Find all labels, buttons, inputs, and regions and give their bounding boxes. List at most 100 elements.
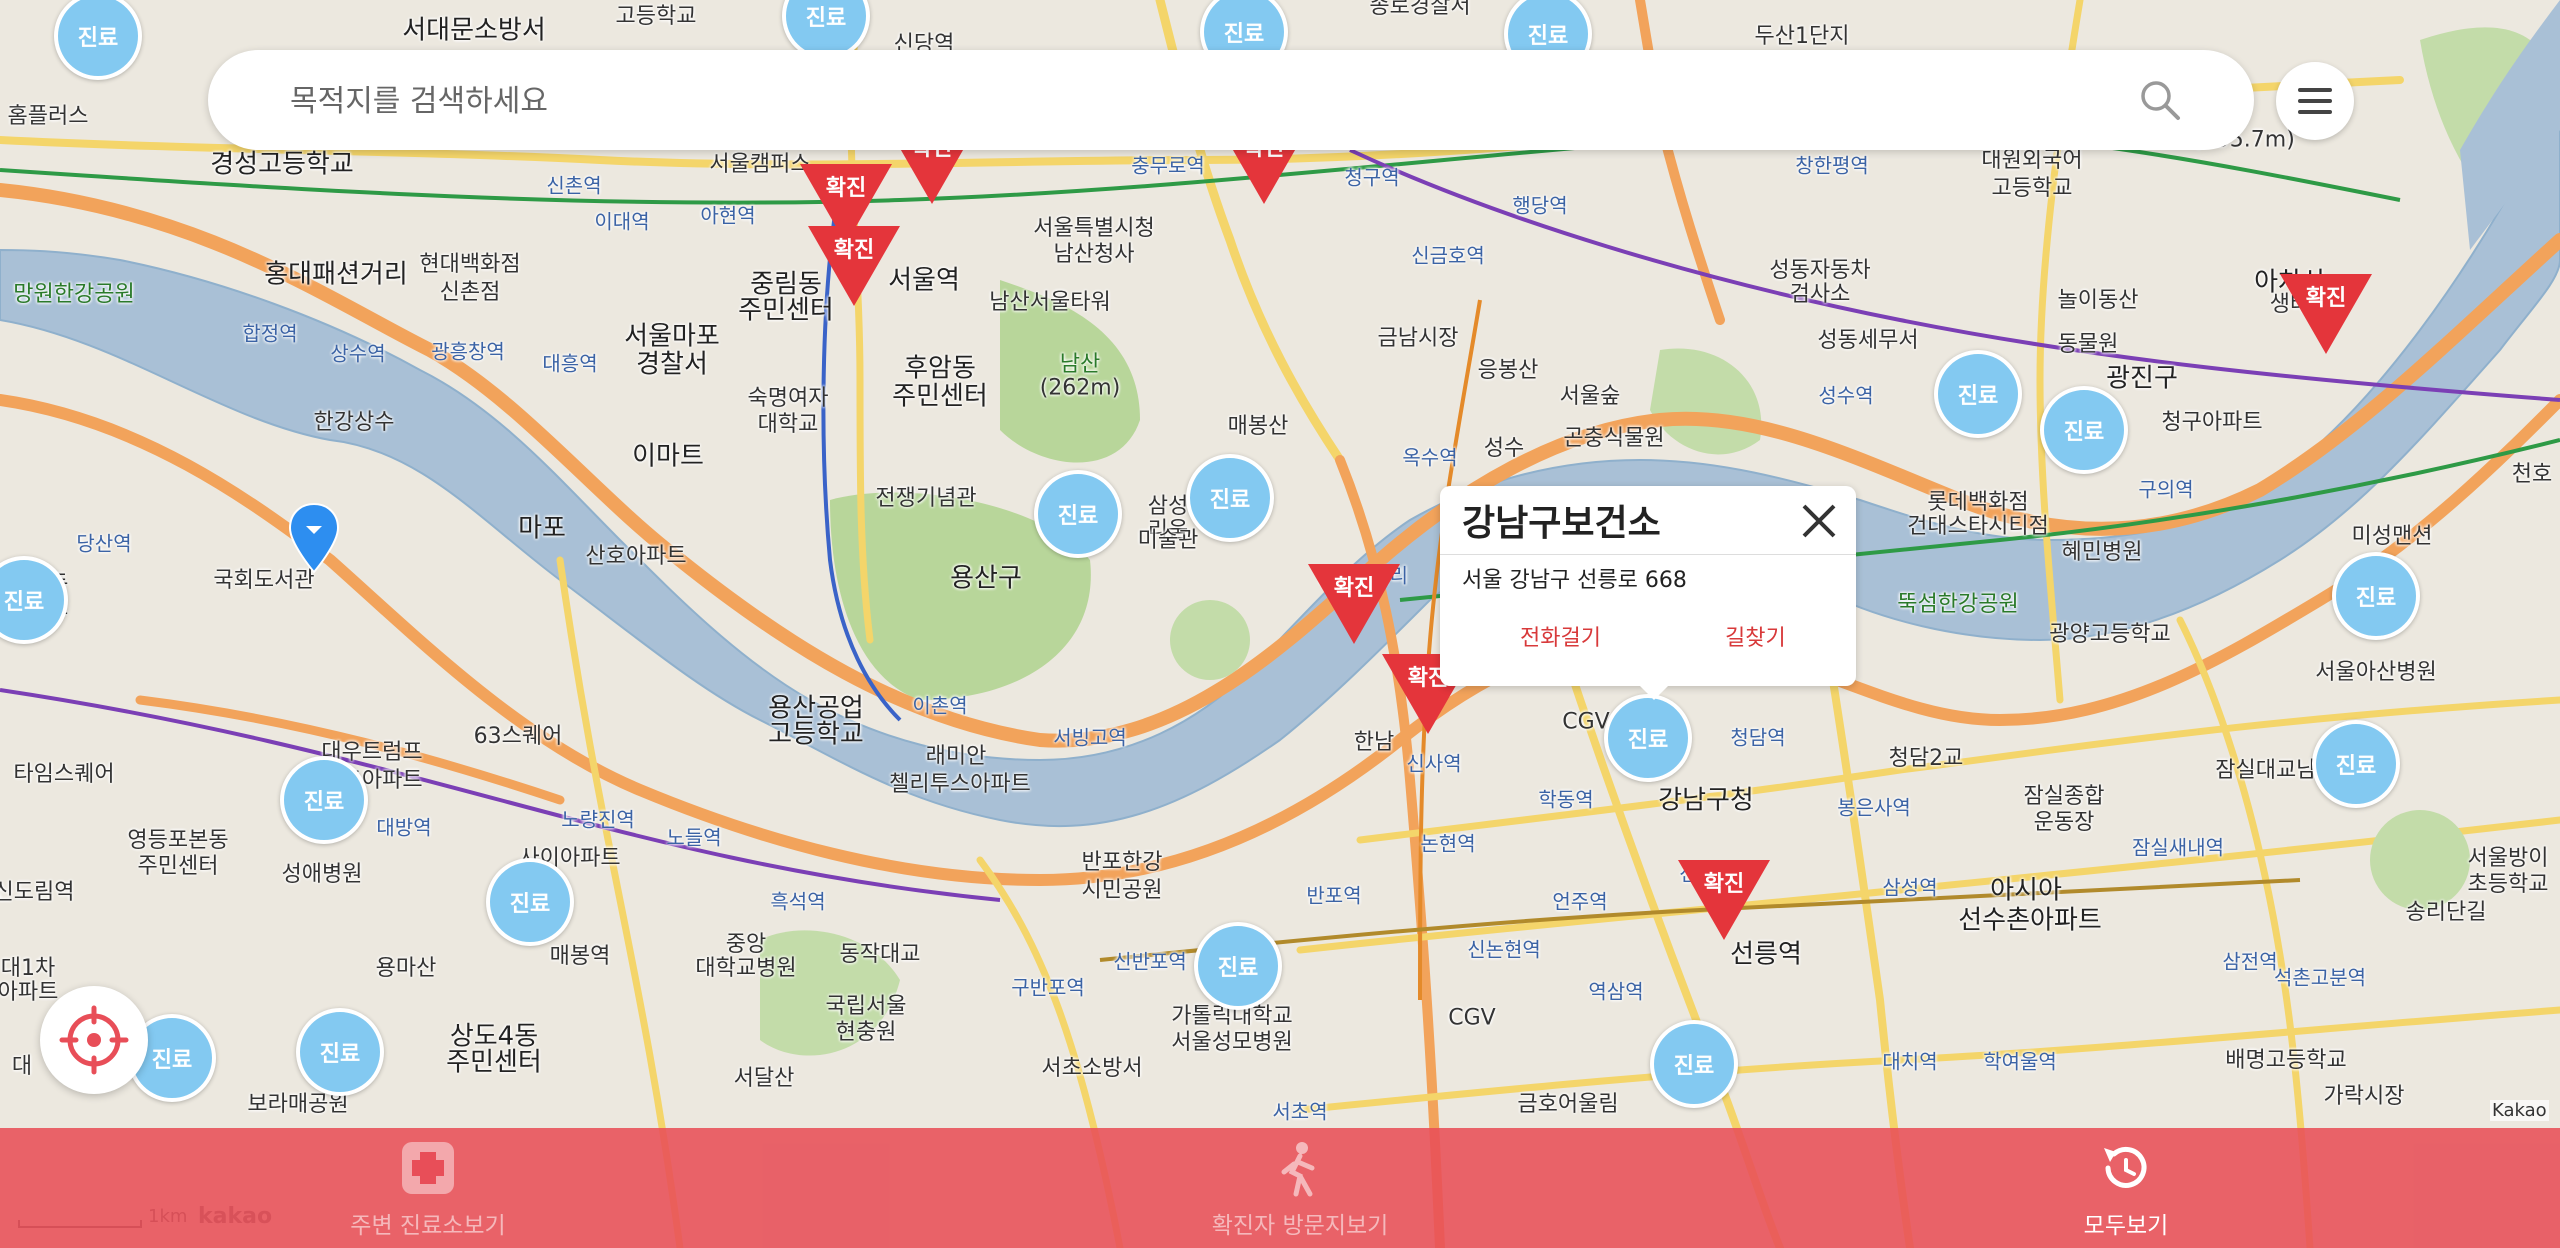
crosshair-icon: [59, 1005, 129, 1075]
bottom-nav: 주변 진료소보기 확진자 방문지보기 모두보기: [0, 1128, 2560, 1248]
map-label: 신사역: [1406, 751, 1462, 776]
map-label: 가락시장: [2323, 1084, 2405, 1109]
map-label: 매봉역: [549, 944, 611, 969]
clinic-marker[interactable]: 진료: [1194, 922, 1282, 1010]
menu-button[interactable]: [2276, 62, 2354, 140]
map-label: 미술관: [1137, 528, 1199, 553]
map-label: 청담2교: [1888, 746, 1964, 771]
search-icon[interactable]: [2136, 76, 2184, 124]
map-label: 첼리투스아파트: [889, 772, 1031, 797]
map-label: 아현역: [700, 203, 756, 228]
map-label: 노들역: [666, 825, 722, 850]
map-label: 충무로역: [1131, 153, 1205, 178]
map-label: 흑석역: [770, 889, 826, 914]
confirmed-marker[interactable]: 확진: [1308, 564, 1400, 646]
clinic-marker[interactable]: 진료: [1604, 694, 1692, 782]
nav-nearby-clinics[interactable]: 주변 진료소보기: [218, 1128, 638, 1248]
map-label: 서울캠퍼스: [709, 152, 811, 177]
map-label: 운동장: [2033, 810, 2095, 835]
map-label: 성수역: [1818, 383, 1874, 408]
clinic-marker[interactable]: 진료: [2332, 552, 2420, 640]
map-label: 신도림역: [0, 880, 75, 905]
map-label: 대학교: [757, 412, 819, 437]
clinic-marker[interactable]: 진료: [2040, 386, 2128, 474]
map-label: 천호: [2511, 462, 2553, 487]
clinic-marker[interactable]: 진료: [1034, 470, 1122, 558]
search-bar: [208, 50, 2254, 150]
map-label: 주민센터: [137, 854, 219, 879]
map-label: 동물원: [2057, 332, 2119, 357]
map-label: 혜민병원: [2061, 540, 2143, 565]
map-label: 홍대패션거리: [264, 259, 408, 290]
map-label: 신반포역: [1113, 949, 1187, 974]
clinic-marker[interactable]: 진료: [1934, 350, 2022, 438]
map-label: 현충원: [835, 1020, 897, 1045]
map-label: 매봉산: [1227, 414, 1289, 439]
nav-label: 모두보기: [2083, 1213, 2169, 1239]
nav-confirmed-visits[interactable]: 확진자 방문지보기: [1090, 1128, 1510, 1248]
map-label: 산호아파트: [585, 544, 687, 569]
map-label: 봉은사역: [1837, 795, 1911, 820]
map-label: 당산역: [76, 531, 132, 556]
map-label: 남산서울타워: [989, 290, 1111, 315]
map-label: 광흥창역: [431, 339, 505, 364]
hamburger-icon: [2298, 88, 2332, 114]
map-label: 옥수역: [1402, 445, 1458, 470]
walking-person-icon: [1281, 1142, 1315, 1197]
map-label: 대흥역: [542, 351, 598, 376]
map-attribution: Kakao: [2490, 1100, 2549, 1121]
map-label: 마포: [518, 513, 566, 544]
call-button[interactable]: 전화걸기: [1520, 620, 1601, 652]
nav-label: 주변 진료소보기: [350, 1213, 506, 1239]
clinic-marker[interactable]: 진료: [1650, 1020, 1738, 1108]
confirmed-marker[interactable]: 확진: [808, 226, 900, 308]
route-button[interactable]: 길찾기: [1725, 620, 1786, 652]
map-label: 대: [11, 1054, 33, 1079]
map-label: 대치역: [1882, 1049, 1938, 1074]
current-location-button[interactable]: [40, 986, 148, 1094]
map-label: 경찰서: [636, 349, 708, 380]
clinic-marker[interactable]: 진료: [280, 756, 368, 844]
clinic-marker[interactable]: 진료: [296, 1008, 384, 1096]
search-input[interactable]: [288, 74, 2092, 128]
map-label: 남산청사: [1053, 242, 1135, 267]
popup-address: 서울 강남구 선릉로 668: [1462, 568, 1687, 593]
map-label: 망원한강공원: [13, 282, 135, 307]
map-label: 구의역: [2138, 477, 2194, 502]
map-label: 고등학교: [615, 4, 697, 29]
map-label: 동작대교: [839, 942, 921, 967]
map-label: 행당역: [1512, 193, 1568, 218]
map-label: 이촌역: [912, 693, 968, 718]
map-label: 역삼역: [1588, 979, 1644, 1004]
map-label: 이마트: [632, 441, 704, 472]
map-label: 서울숲: [1559, 384, 1621, 409]
map-label: 홈플러스: [7, 104, 89, 129]
map-label: 청담역: [1730, 725, 1786, 750]
map-label: 주민센터: [892, 381, 988, 412]
map-label: 금호어울림: [1517, 1092, 1619, 1117]
map-label: 신금호역: [1411, 243, 1485, 268]
map-label: 언주역: [1552, 889, 1608, 914]
location-pin-icon[interactable]: [288, 502, 340, 574]
map-label: 잠실새내역: [2132, 835, 2224, 860]
nav-show-all[interactable]: 모두보기: [1916, 1128, 2336, 1248]
clinic-marker[interactable]: 진료: [1186, 454, 1274, 542]
map-label: 서대문소방서: [402, 15, 546, 46]
popup-arrow: [1640, 686, 1668, 700]
map-label: 성애병원: [281, 862, 363, 887]
clinic-marker[interactable]: 진료: [2312, 720, 2400, 808]
map-label: 창한평역: [1795, 153, 1869, 178]
close-icon[interactable]: [1796, 498, 1842, 544]
map-label: 63스퀘어: [473, 724, 563, 749]
map-label: 광진구: [2106, 363, 2178, 394]
map-label: 곤충식물원: [1563, 426, 1665, 451]
map-label: 검사소: [1789, 282, 1851, 307]
map-label: 삼전역: [2222, 949, 2278, 974]
map-label: 서울성모병원: [1171, 1030, 1293, 1055]
map-label: 상수역: [330, 341, 386, 366]
confirmed-marker[interactable]: 확진: [2280, 274, 2372, 356]
confirmed-marker[interactable]: 확진: [1678, 860, 1770, 942]
clinic-marker[interactable]: 진료: [486, 858, 574, 946]
map-label: 청구역: [1344, 165, 1400, 190]
map-label: 종로경찰서: [1369, 0, 1471, 19]
